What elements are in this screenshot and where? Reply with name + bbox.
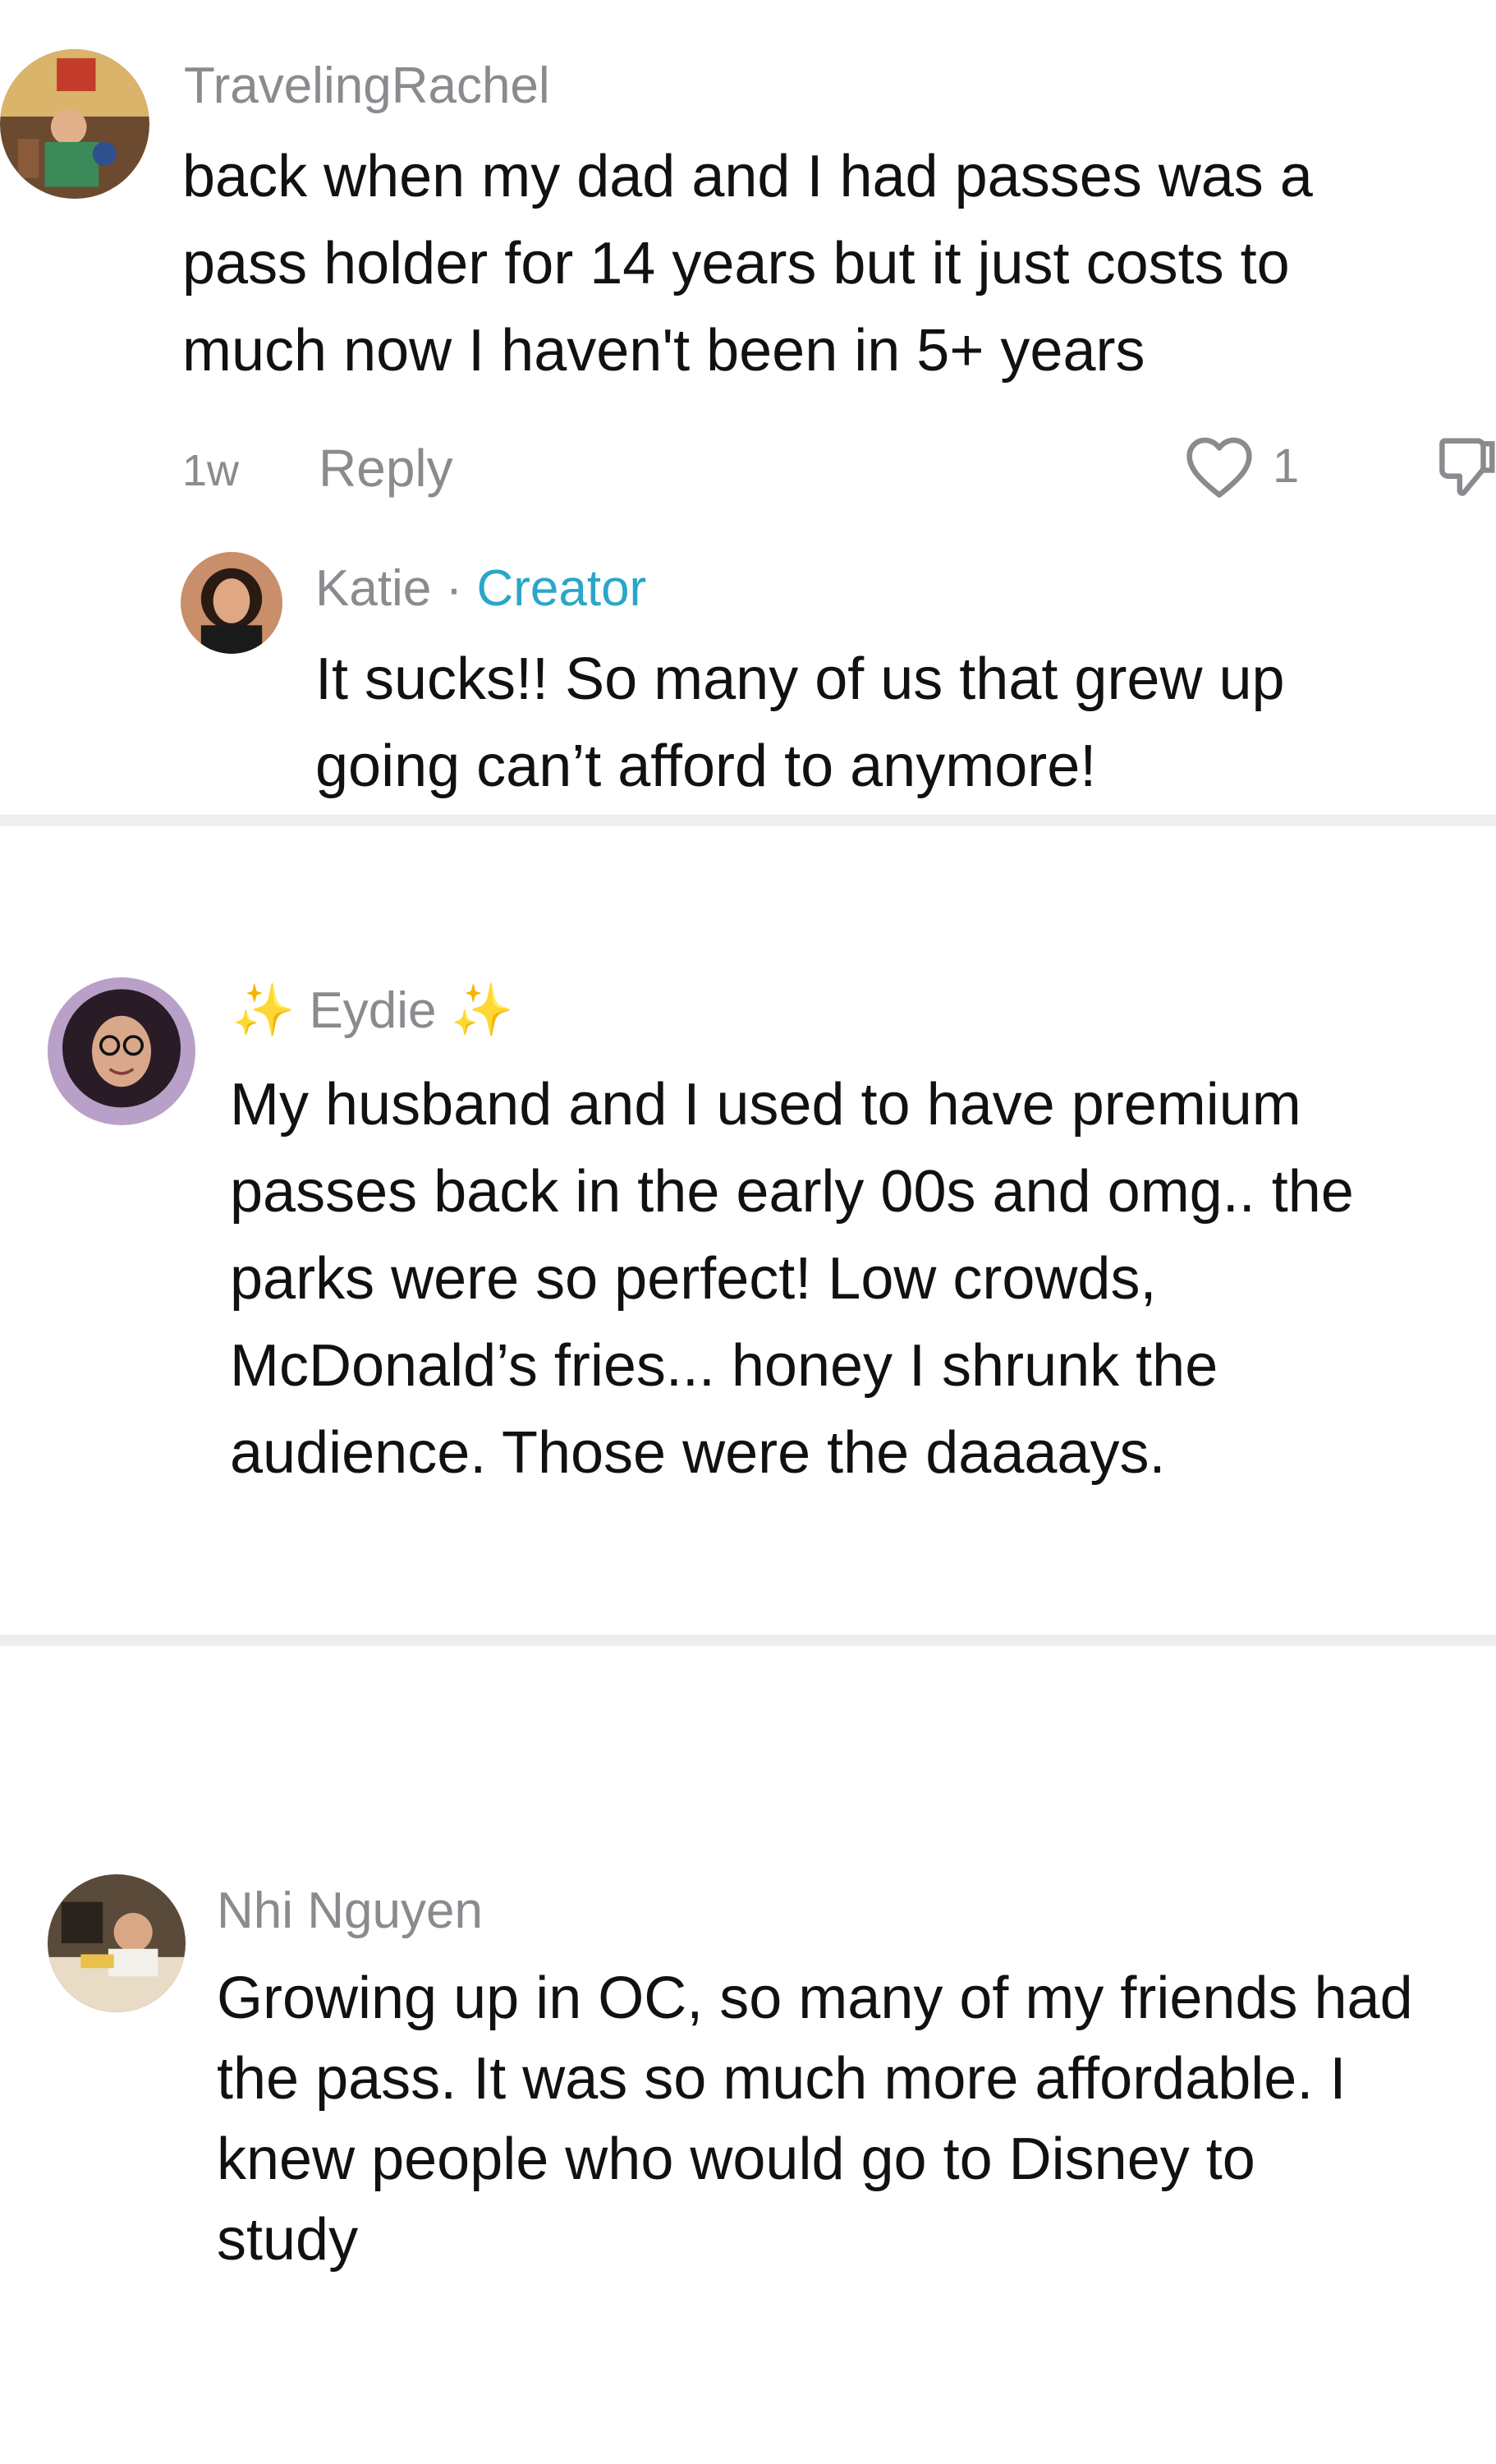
like-count: 1 xyxy=(1273,439,1300,493)
comment-text-line: the pass. It was so much more affordable… xyxy=(217,2046,1347,2112)
comment-nhi-nguyen: Nhi Nguyen Growing up in OC, so many of … xyxy=(0,1646,1496,2464)
comment-text-line: passes back in the early 00s and omg.. t… xyxy=(230,1159,1354,1225)
reply-text-line: It sucks!! So many of us that grew up xyxy=(315,646,1285,712)
comment-username-line: ✨ Eydie ✨ xyxy=(232,986,514,1037)
reply-button[interactable]: Reply xyxy=(319,442,453,494)
comment-text-line: back when my dad and I had passes was a xyxy=(182,144,1313,209)
divider xyxy=(0,815,1496,826)
comment-travelingrachel: TravelingRachel back when my dad and I h… xyxy=(0,0,1496,813)
comment-username[interactable]: Nhi Nguyen xyxy=(217,1886,483,1937)
comment-text-line: parks were so perfect! Low crowds, xyxy=(230,1246,1157,1312)
comment-text-line: study xyxy=(217,2207,359,2273)
reply-text-line: going can’t afford to anymore! xyxy=(315,733,1097,799)
comment-text-line: knew people who would go to Disney to xyxy=(217,2126,1255,2192)
comment-text-line: audience. Those were the daaaays. xyxy=(230,1420,1166,1486)
like-button[interactable]: 1 xyxy=(1182,434,1299,499)
thumbs-down-icon xyxy=(1439,438,1495,496)
comment-text-line: Growing up in OC, so many of my friends … xyxy=(217,1965,1413,2031)
reply-username[interactable]: Katie xyxy=(315,560,431,617)
heart-outline-icon xyxy=(1186,437,1252,498)
avatar[interactable] xyxy=(0,49,149,199)
reply-username-line: Katie · Creator xyxy=(315,563,646,614)
comment-text-line: much now I haven't been in 5+ years xyxy=(182,318,1145,384)
creator-badge: Creator xyxy=(476,560,647,617)
separator-dot: · xyxy=(445,560,463,617)
sparkle-emoji: ✨ xyxy=(232,982,296,1039)
avatar[interactable] xyxy=(48,1874,186,2012)
comment-text-line: pass holder for 14 years but it just cos… xyxy=(182,231,1290,297)
avatar[interactable] xyxy=(48,977,195,1125)
dislike-button[interactable] xyxy=(1435,432,1496,507)
comment-timestamp: 1w xyxy=(182,446,240,495)
comment-text-line: My husband and I used to have premium xyxy=(230,1072,1301,1138)
avatar[interactable] xyxy=(181,552,282,654)
divider xyxy=(0,1634,1496,1646)
comment-text-line: McDonald’s fries... honey I shrunk the xyxy=(230,1333,1218,1399)
sparkle-emoji: ✨ xyxy=(450,982,514,1039)
comment-username[interactable]: Eydie xyxy=(309,982,436,1039)
comment-username[interactable]: TravelingRachel xyxy=(184,61,550,112)
